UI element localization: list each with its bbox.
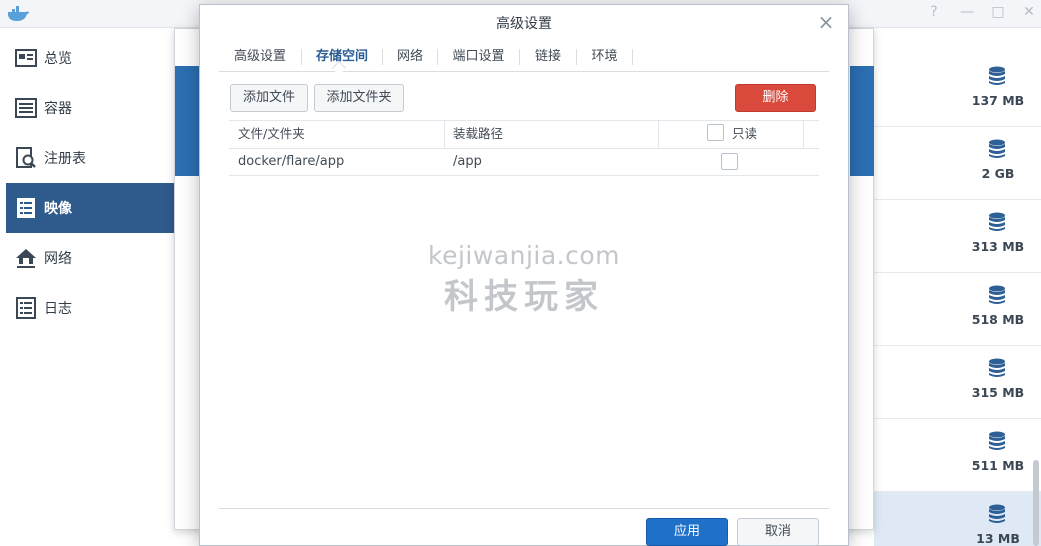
sidebar-item-network[interactable]: 网络 xyxy=(6,233,174,283)
close-icon[interactable]: × xyxy=(816,12,836,33)
sidebar-item-label: 日志 xyxy=(44,301,72,317)
column-header-readonly: 只读 xyxy=(732,126,758,141)
column-separator xyxy=(444,121,445,148)
docker-whale-icon xyxy=(8,6,29,21)
list-item[interactable]: 315 MB xyxy=(874,346,1041,419)
help-icon[interactable]: ? xyxy=(925,3,943,21)
column-separator xyxy=(803,121,804,148)
image-size: 511 MB xyxy=(971,458,1025,473)
image-size: 313 MB xyxy=(971,239,1025,254)
minimize-icon[interactable]: — xyxy=(958,3,976,21)
watermark-url: kejiwanjia.com xyxy=(427,241,621,270)
background-header-band-right xyxy=(850,66,874,176)
list-item[interactable]: 13 MB xyxy=(874,492,1041,546)
readonly-select-all-checkbox[interactable] xyxy=(707,124,724,141)
column-separator xyxy=(658,121,659,148)
table-row-border xyxy=(229,175,819,176)
list-scrollbar[interactable] xyxy=(1033,460,1039,546)
database-icon xyxy=(989,285,1005,304)
tab-network[interactable]: 网络 xyxy=(383,41,437,72)
table-border xyxy=(229,120,819,121)
tab-links[interactable]: 链接 xyxy=(520,41,576,72)
apply-button[interactable]: 应用 xyxy=(646,518,728,546)
footer-divider xyxy=(219,508,829,509)
sidebar-item-label: 容器 xyxy=(44,101,72,117)
list-item[interactable]: 511 MB xyxy=(874,419,1041,492)
sidebar-item-container[interactable]: 容器 xyxy=(6,83,174,133)
sidebar-item-image[interactable]: 映像 xyxy=(6,183,174,233)
list-item[interactable]: 2 GB xyxy=(874,127,1041,200)
overview-icon xyxy=(15,49,37,67)
cell-mount-path[interactable]: /app xyxy=(453,148,482,175)
tab-environment[interactable]: 环境 xyxy=(577,41,632,72)
tab-separator xyxy=(632,49,633,65)
list-item[interactable]: 518 MB xyxy=(874,273,1041,346)
maximize-icon[interactable]: □ xyxy=(989,3,1007,21)
tab-advanced[interactable]: 高级设置 xyxy=(219,41,301,72)
add-folder-button[interactable]: 添加文件夹 xyxy=(314,84,404,112)
network-icon xyxy=(16,249,36,268)
database-icon xyxy=(989,66,1005,85)
column-header-mount-path[interactable]: 装载路径 xyxy=(453,120,503,148)
database-icon xyxy=(989,431,1005,450)
dialog-title: 高级设置 xyxy=(496,16,552,32)
database-icon xyxy=(989,139,1005,158)
image-size: 518 MB xyxy=(971,312,1025,327)
watermark-text: 科技玩家 xyxy=(444,277,604,317)
image-list: 137 MB 2 GB 313 MB 518 MB 315 MB 511 MB … xyxy=(874,54,1041,546)
sidebar: 总览 容器 注册表 映像 网络 日志 xyxy=(0,28,174,546)
tab-bar: 高级设置 存储空间 网络 端口设置 链接 环境 xyxy=(219,41,829,72)
background-header-band xyxy=(175,66,201,176)
container-icon xyxy=(15,98,37,118)
sidebar-item-label: 映像 xyxy=(44,201,72,217)
database-icon xyxy=(989,212,1005,231)
add-file-button[interactable]: 添加文件 xyxy=(230,84,308,112)
image-size: 13 MB xyxy=(976,531,1020,546)
log-icon xyxy=(16,297,36,319)
image-icon xyxy=(17,198,35,218)
cancel-button[interactable]: 取消 xyxy=(737,518,819,546)
registry-icon xyxy=(16,147,36,168)
image-size: 2 GB xyxy=(981,166,1015,181)
delete-button[interactable]: 删除 xyxy=(735,84,816,112)
cell-file-path[interactable]: docker/flare/app xyxy=(238,148,344,175)
list-item[interactable]: 313 MB xyxy=(874,200,1041,273)
readonly-checkbox[interactable] xyxy=(721,153,738,170)
tab-port-settings[interactable]: 端口设置 xyxy=(438,41,519,72)
sidebar-item-registry[interactable]: 注册表 xyxy=(6,133,174,183)
database-icon xyxy=(989,504,1005,523)
column-header-file[interactable]: 文件/文件夹 xyxy=(238,120,305,148)
list-item[interactable]: 137 MB xyxy=(874,54,1041,127)
sidebar-item-log[interactable]: 日志 xyxy=(6,283,174,333)
sidebar-item-overview[interactable]: 总览 xyxy=(6,33,174,83)
sidebar-item-label: 总览 xyxy=(44,51,72,67)
advanced-settings-dialog: 高级设置 × 高级设置 存储空间 网络 端口设置 链接 环境 添加文件 添加文件… xyxy=(199,4,849,546)
image-size: 315 MB xyxy=(971,385,1025,400)
sidebar-item-label: 网络 xyxy=(44,251,72,267)
database-icon xyxy=(989,358,1005,377)
image-size: 137 MB xyxy=(971,93,1025,108)
close-app-icon[interactable]: ✕ xyxy=(1020,3,1038,21)
sidebar-item-label: 注册表 xyxy=(44,151,86,167)
